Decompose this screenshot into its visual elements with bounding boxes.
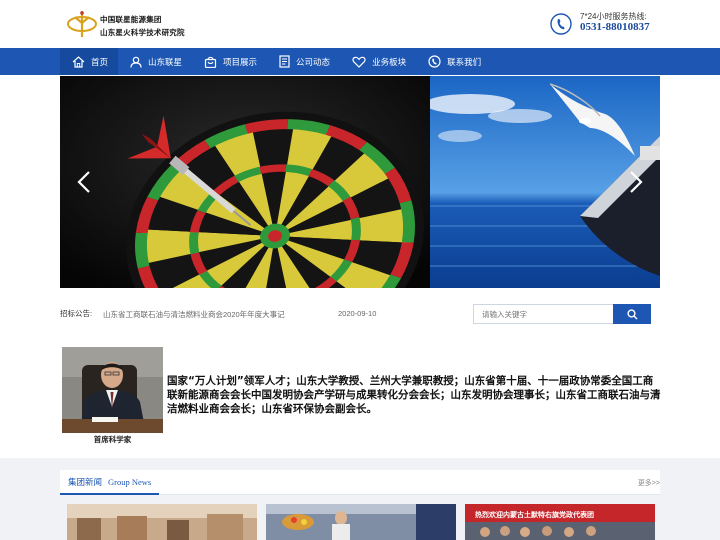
- nav-item-business[interactable]: 业务板块: [340, 48, 416, 75]
- phone-icon: [550, 13, 572, 35]
- search-button[interactable]: [613, 304, 651, 324]
- nav-item-projects[interactable]: 项目展示: [192, 48, 267, 75]
- news-card-overlay: 热烈欢迎内蒙古土默特右旗党政代表团: [465, 504, 655, 540]
- user-icon: [130, 56, 142, 68]
- news-card-image[interactable]: [266, 504, 456, 540]
- bag-icon: [204, 56, 217, 68]
- chief-scientist-section: 首席科学家 国家“万人计划”领军人才；山东大学教授、兰州大学兼职教授；山东省第十…: [62, 347, 662, 447]
- heart-icon: [352, 56, 366, 68]
- nav-item-home[interactable]: 首页: [60, 48, 119, 75]
- nav-label: 业务板块: [372, 56, 407, 67]
- carousel-prev-arrow[interactable]: [73, 168, 97, 196]
- nav-item-news[interactable]: 公司动态: [267, 48, 340, 75]
- tab-label-en: Group News: [108, 476, 152, 487]
- more-link[interactable]: 更多>>: [638, 478, 660, 488]
- home-icon: [72, 55, 85, 68]
- notice-bar: 招标公告: 山东省工商联石油与清洁燃料业商会2020年年度大事记 2020-09…: [60, 303, 660, 325]
- news-tab-bar: 集团新闻 Group News 更多>>: [60, 470, 660, 495]
- news-card-image[interactable]: [67, 504, 257, 540]
- carousel-next-arrow[interactable]: [623, 168, 647, 196]
- site-logo[interactable]: 中国联星能源集团 山东星火科学技术研究院: [66, 9, 206, 41]
- hotline-number[interactable]: 0531-88010837: [580, 21, 650, 33]
- scientist-caption: 首席科学家: [93, 435, 132, 444]
- hero-carousel[interactable]: [60, 76, 660, 288]
- hotline: 7*24小时服务热线: 0531-88010837: [550, 11, 660, 37]
- nav-item-company[interactable]: 山东联星: [118, 48, 192, 75]
- tab-group-news[interactable]: 集团新闻 Group News: [60, 470, 160, 495]
- nav-label: 首页: [91, 56, 109, 67]
- dartboard-image: [60, 76, 430, 288]
- tab-label-cn: 集团新闻: [68, 476, 103, 487]
- nav-item-contact[interactable]: 联系我们: [416, 48, 491, 75]
- notice-label: 招标公告:: [60, 309, 93, 318]
- logo-emblem-icon: [67, 11, 97, 37]
- scientist-description: 国家“万人计划”领军人才；山东大学教授、兰州大学兼职教授；山东省第十届、十一届政…: [167, 375, 661, 415]
- document-icon: [279, 55, 290, 68]
- nav-label: 公司动态: [296, 56, 331, 67]
- search-icon: [626, 308, 638, 320]
- notice-date: 2020-09-10: [338, 309, 377, 318]
- nav-label: 项目展示: [223, 56, 258, 67]
- news-card-banner-text: 热烈欢迎内蒙古土默特右旗党政代表团: [475, 511, 594, 519]
- nav-label: 联系我们: [447, 56, 482, 67]
- notice-link[interactable]: 山东省工商联石油与清洁燃料业商会2020年年度大事记: [103, 309, 285, 320]
- contact-icon: [428, 55, 441, 68]
- scientist-photo: [62, 347, 163, 433]
- main-nav: 首页 山东联星 项目展示 公司动态 业务板块 联系我们: [0, 48, 720, 75]
- logo-subtitle: 山东星火科学技术研究院: [100, 28, 185, 37]
- nav-label: 山东联星: [148, 56, 183, 67]
- search-input[interactable]: [473, 304, 614, 324]
- site-header: 中国联星能源集团 山东星火科学技术研究院 7*24小时服务热线: 0531-88…: [0, 0, 720, 48]
- logo-title: 中国联星能源集团: [100, 15, 162, 24]
